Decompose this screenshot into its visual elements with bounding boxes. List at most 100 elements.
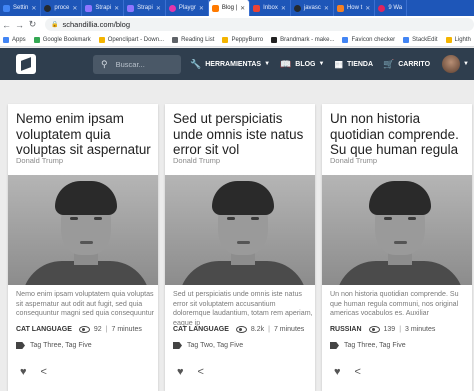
url-field[interactable]: 🔒 schandillia.com/blog bbox=[45, 18, 474, 31]
share-icon[interactable]: < bbox=[198, 366, 204, 378]
card-title[interactable]: Sed ut perspiciatis unde omnis iste natu… bbox=[173, 111, 311, 158]
menu-cart[interactable]: 🛒 CARRITO bbox=[383, 59, 430, 70]
cart-icon: 🛒 bbox=[383, 58, 395, 69]
close-icon[interactable]: ✕ bbox=[199, 5, 204, 12]
close-icon[interactable]: ✕ bbox=[324, 5, 329, 12]
bookmark-peppyburro[interactable]: PeppyBurro bbox=[222, 36, 263, 43]
close-icon[interactable]: ✕ bbox=[31, 5, 36, 12]
card-actions: ♥ < bbox=[177, 366, 204, 378]
back-icon[interactable]: ← bbox=[0, 20, 13, 30]
search-icon[interactable]: ⚲ bbox=[101, 59, 108, 70]
browser-tab[interactable]: Strapi ✕ bbox=[124, 0, 166, 16]
avatar[interactable] bbox=[442, 55, 461, 73]
folder-icon bbox=[172, 36, 179, 43]
address-bar: ← → ↻ 🔒 schandillia.com/blog bbox=[0, 16, 474, 33]
card-read-time: 3 minutes bbox=[405, 326, 436, 333]
store-icon: ▦ bbox=[334, 58, 343, 69]
share-icon[interactable]: < bbox=[41, 366, 47, 378]
folder-icon bbox=[222, 36, 229, 43]
bookmark-reading-list[interactable]: Reading List bbox=[172, 36, 214, 43]
card-title[interactable]: Un non historia quotidian comprende. Su … bbox=[330, 111, 468, 158]
browser-tab[interactable]: Settin ✕ bbox=[0, 0, 42, 16]
card-tags: Tag Two, Tag Five bbox=[173, 342, 243, 349]
forward-icon[interactable]: → bbox=[13, 20, 26, 30]
bookmark-google[interactable]: Google Bookmark bbox=[33, 36, 91, 43]
site-logo[interactable] bbox=[16, 54, 36, 74]
browser-tab[interactable]: Playgr ✕ bbox=[166, 0, 209, 16]
browser-tab[interactable]: How t ✕ bbox=[334, 0, 376, 16]
main-menu: 🔧 HERRAMIENTAS ▼ 📖 BLOG ▼ ▦ TIENDA 🛒 CARRITO ▼ bbox=[190, 55, 469, 73]
close-icon[interactable]: ✕ bbox=[240, 5, 245, 12]
card-image[interactable] bbox=[165, 175, 315, 285]
bookmark-favicon-checker[interactable]: Favicon checker bbox=[342, 36, 395, 43]
card-title[interactable]: Nemo enim ipsam voluptatem quia voluptas… bbox=[16, 111, 154, 158]
card-views: 8.2k bbox=[250, 326, 265, 333]
eye-icon bbox=[235, 326, 247, 333]
browser-tab[interactable]: Inbox ✕ bbox=[250, 0, 291, 16]
heart-icon[interactable]: ♥ bbox=[334, 366, 341, 378]
blog-card[interactable]: Sed ut perspiciatis unde omnis iste natu… bbox=[165, 104, 315, 391]
browser-tab[interactable]: Strapi ✕ bbox=[82, 0, 125, 16]
browser-tab-active[interactable]: Blog | ✕ bbox=[208, 0, 251, 16]
chevron-down-icon: ▼ bbox=[264, 61, 271, 67]
search-input[interactable] bbox=[115, 59, 176, 69]
stackedit-icon bbox=[403, 36, 410, 43]
bookmark-lighthouse[interactable]: Lighth bbox=[445, 36, 471, 43]
close-icon[interactable]: ✕ bbox=[72, 5, 77, 12]
favicon-icon bbox=[342, 36, 349, 43]
reload-icon[interactable]: ↻ bbox=[26, 19, 39, 30]
card-image[interactable] bbox=[322, 175, 472, 285]
bookmark-stackedit[interactable]: StackEdit bbox=[403, 36, 438, 43]
wrench-icon: 🔧 bbox=[190, 58, 202, 69]
bookmarks-bar: Apps Google Bookmark Openclipart - Down.… bbox=[0, 33, 474, 47]
card-author: Donald Trump bbox=[173, 156, 221, 165]
google-icon bbox=[33, 36, 40, 43]
card-actions: ♥ < bbox=[334, 366, 361, 378]
card-category[interactable]: CAT LANGUAGE bbox=[16, 326, 72, 333]
tag-icon bbox=[173, 342, 182, 349]
card-author: Donald Trump bbox=[16, 156, 64, 165]
close-icon[interactable]: ✕ bbox=[281, 5, 286, 12]
card-views: 92 bbox=[93, 326, 102, 333]
settings-icon bbox=[3, 4, 10, 12]
menu-blog[interactable]: 📖 BLOG ▼ bbox=[280, 59, 324, 70]
card-author: Donald Trump bbox=[330, 156, 378, 165]
gmail-icon bbox=[253, 4, 261, 12]
browser-tab[interactable]: proce ✕ bbox=[41, 0, 83, 16]
eye-icon bbox=[78, 326, 90, 333]
close-icon[interactable]: ✕ bbox=[114, 5, 119, 12]
bookmark-brandmark[interactable]: Brandmark - make... bbox=[271, 36, 334, 43]
blog-card[interactable]: Nemo enim ipsam voluptatem quia voluptas… bbox=[8, 104, 158, 391]
strapi-icon bbox=[85, 4, 93, 12]
bookmark-openclipart[interactable]: Openclipart - Down... bbox=[98, 36, 164, 43]
brandmark-icon bbox=[271, 36, 278, 43]
card-excerpt: Nemo enim ipsam voluptatem quia voluptas… bbox=[16, 290, 155, 318]
menu-store[interactable]: ▦ TIENDA bbox=[334, 59, 373, 70]
browser-tab[interactable]: javasc ✕ bbox=[291, 0, 334, 16]
search-box[interactable]: ⚲ bbox=[93, 54, 181, 74]
eye-icon bbox=[368, 326, 380, 333]
lighthouse-icon bbox=[445, 36, 452, 43]
close-icon[interactable]: ✕ bbox=[156, 5, 161, 12]
chevron-down-icon[interactable]: ▼ bbox=[463, 61, 469, 67]
card-read-time: 7 minutes bbox=[111, 326, 142, 333]
card-meta: RUSSIAN 139 | 3 minutes bbox=[330, 326, 436, 333]
github-icon bbox=[293, 4, 301, 12]
card-category[interactable]: CAT LANGUAGE bbox=[173, 326, 229, 333]
close-icon[interactable]: ✕ bbox=[365, 5, 370, 12]
card-category[interactable]: RUSSIAN bbox=[330, 326, 362, 333]
card-image[interactable] bbox=[8, 175, 158, 285]
menu-tools[interactable]: 🔧 HERRAMIENTAS ▼ bbox=[190, 59, 270, 70]
browser-tabstrip: Settin ✕ proce ✕ Strapi ✕ Strapi ✕ Playgr ✕ B… bbox=[0, 0, 474, 16]
browser-tab[interactable]: 9 Wa bbox=[375, 0, 408, 16]
playground-icon bbox=[168, 4, 176, 12]
tag-icon bbox=[330, 342, 339, 349]
card-meta: CAT LANGUAGE 92 | 7 minutes bbox=[16, 326, 142, 333]
card-excerpt: Un non historia quotidian comprende. Su … bbox=[330, 290, 459, 318]
heart-icon[interactable]: ♥ bbox=[20, 366, 27, 378]
share-icon[interactable]: < bbox=[355, 366, 361, 378]
blog-card[interactable]: Un non historia quotidian comprende. Su … bbox=[322, 104, 472, 391]
heart-icon bbox=[378, 4, 386, 12]
heart-icon[interactable]: ♥ bbox=[177, 366, 184, 378]
bookmark-apps[interactable]: Apps bbox=[3, 36, 26, 43]
